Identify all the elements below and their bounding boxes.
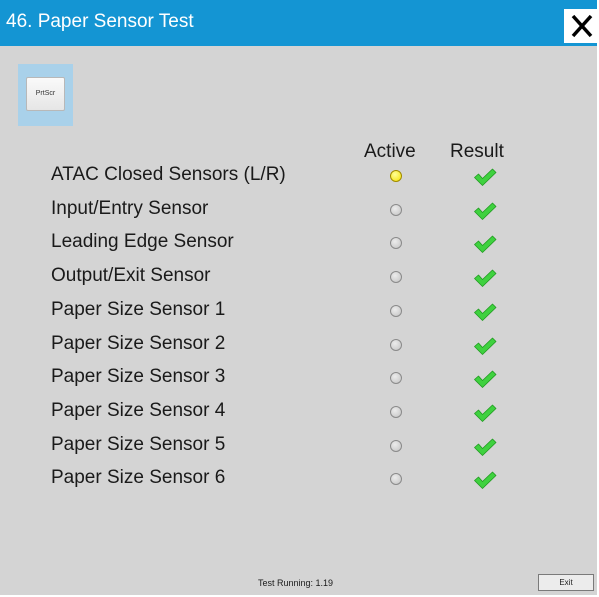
sensor-row: Paper Size Sensor 1: [0, 294, 597, 328]
active-indicator-off: [390, 405, 402, 418]
sensor-row: Paper Size Sensor 5: [0, 429, 597, 463]
active-indicator-off: [390, 304, 402, 317]
check-icon: [474, 202, 497, 220]
sensor-label: Paper Size Sensor 3: [51, 366, 226, 388]
prtscr-button[interactable]: PrtScr: [26, 77, 65, 111]
check-icon: [474, 370, 497, 389]
check-icon: [474, 337, 497, 355]
sensor-label: Output/Exit Sensor: [51, 265, 211, 287]
active-indicator-off: [390, 439, 402, 452]
check-icon: [474, 438, 497, 456]
active-indicator-on: [390, 170, 402, 182]
sensor-row: Output/Exit Sensor: [0, 260, 597, 294]
check-icon: [474, 269, 497, 287]
status-text: Test Running: 1.19: [258, 578, 334, 588]
sensor-label: Leading Edge Sensor: [51, 231, 234, 253]
active-indicator-off: [390, 237, 402, 250]
check-icon: [474, 303, 497, 321]
sensor-label: Paper Size Sensor 5: [51, 433, 226, 455]
check-icon: [474, 404, 497, 422]
check-icon: [474, 168, 497, 186]
close-button[interactable]: [564, 9, 599, 43]
sensor-label: Paper Size Sensor 2: [51, 332, 226, 354]
sensor-row: Leading Edge Sensor: [0, 226, 597, 260]
sensor-label: Input/Entry Sensor: [51, 197, 209, 219]
active-indicator-off: [390, 473, 402, 486]
prtscr-tile: PrtScr: [18, 64, 73, 126]
active-indicator-off: [390, 203, 402, 216]
sensor-label: ATAC Closed Sensors (L/R): [51, 164, 286, 185]
sensor-test-window: 46. Paper Sensor Test PrtScr Active Resu…: [0, 0, 599, 597]
sensor-row: Paper Size Sensor 3: [0, 361, 597, 395]
close-icon: [571, 14, 593, 38]
sensor-row: Paper Size Sensor 4: [0, 395, 597, 429]
sensor-label: Paper Size Sensor 4: [51, 399, 226, 421]
active-indicator-off: [390, 372, 402, 385]
window-title: 46. Paper Sensor Test: [6, 11, 194, 32]
exit-button[interactable]: Exit: [538, 574, 594, 591]
sensor-label: Paper Size Sensor 6: [51, 467, 226, 489]
sensor-row: Paper Size Sensor 2: [0, 328, 597, 362]
sensor-row: Paper Size Sensor 6: [0, 462, 597, 496]
active-indicator-off: [390, 271, 402, 284]
sensor-row: ATAC Closed Sensors (L/R): [0, 159, 597, 193]
check-icon: [474, 235, 497, 254]
check-icon: [474, 471, 497, 490]
active-indicator-off: [390, 338, 402, 351]
sensor-row: Input/Entry Sensor: [0, 193, 597, 227]
title-bar: 46. Paper Sensor Test: [0, 0, 597, 46]
sensor-label: Paper Size Sensor 1: [51, 298, 226, 320]
